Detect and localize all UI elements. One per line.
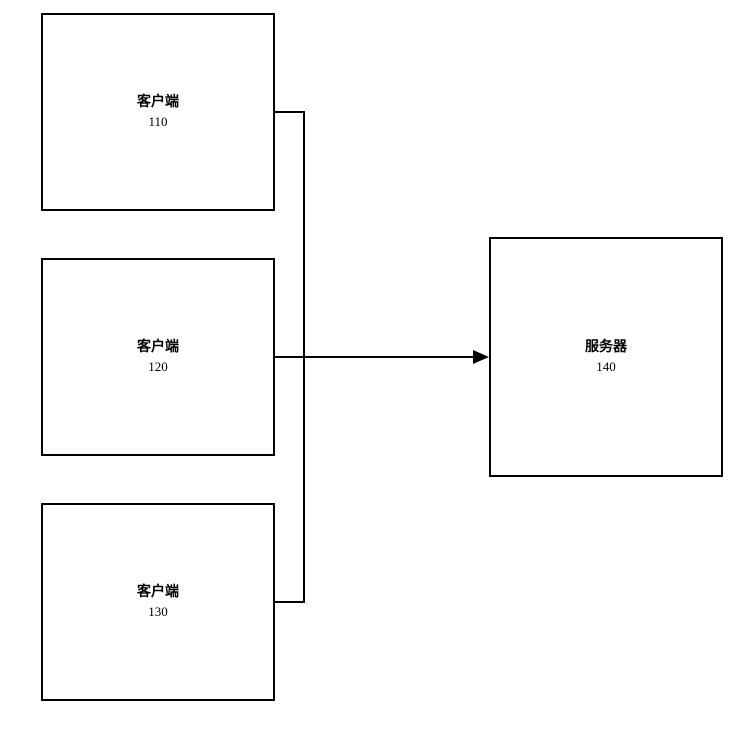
server-140-label: 服务器: [585, 338, 627, 358]
arrow-head-icon: [473, 350, 489, 364]
client-box-120: 客户端 120: [41, 258, 275, 456]
client-110-label: 客户端: [137, 93, 179, 113]
server-140-number: 140: [596, 358, 616, 376]
connector-client-110: [275, 111, 305, 113]
connector-client-130: [275, 601, 305, 603]
client-130-label: 客户端: [137, 583, 179, 603]
arrow-clients-to-server: [275, 356, 489, 370]
client-box-110: 客户端 110: [41, 13, 275, 211]
client-110-number: 110: [148, 113, 167, 131]
client-120-number: 120: [148, 358, 168, 376]
client-130-number: 130: [148, 603, 168, 621]
client-box-130: 客户端 130: [41, 503, 275, 701]
client-120-label: 客户端: [137, 338, 179, 358]
server-box-140: 服务器 140: [489, 237, 723, 477]
arrow-shaft: [275, 356, 474, 358]
